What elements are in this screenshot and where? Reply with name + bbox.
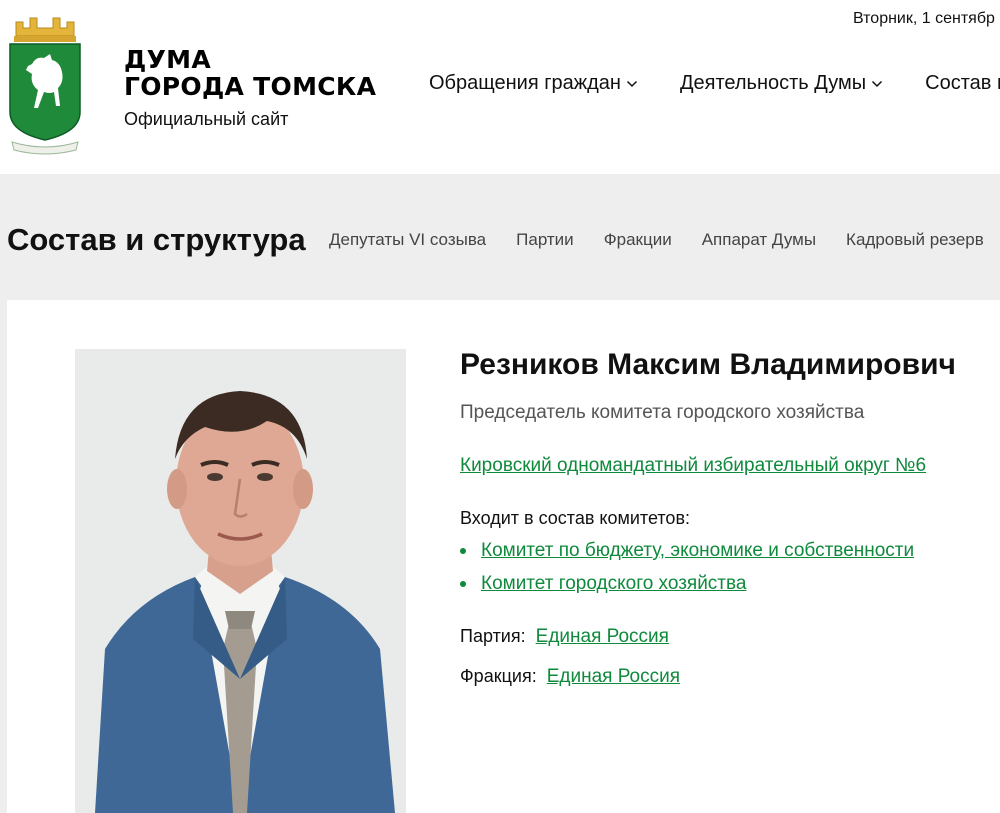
chevron-down-icon — [872, 80, 883, 87]
party-label: Партия: — [460, 626, 526, 646]
subnav-item-factions[interactable]: Фракции — [604, 230, 672, 250]
nav-item-label: Обращения граждан — [429, 72, 621, 94]
committee-link-budget[interactable]: Комитет по бюджету, экономике и собствен… — [481, 540, 914, 562]
nav-item-duma-activity[interactable]: Деятельность Думы — [680, 72, 883, 95]
tomsk-coat-of-arms-icon[interactable] — [6, 14, 84, 156]
list-item: Комитет городского хозяйства — [460, 573, 914, 595]
portrait-image — [75, 349, 406, 813]
nav-item-label: Деятельность Думы — [679, 72, 867, 94]
brand-title[interactable]: ДУМА ГОРОДА ТОМСКА — [124, 46, 376, 100]
district-link[interactable]: Кировский одномандатный избирательный ок… — [460, 455, 926, 477]
chevron-down-icon — [626, 80, 638, 87]
brand-subtitle: Официальный сайт — [124, 109, 289, 129]
nav-item-citizen-appeals[interactable]: Обращения граждан — [429, 72, 638, 95]
faction-row: Фракция: Единая Россия — [460, 666, 680, 688]
nav-item-composition[interactable]: Состав и — [925, 72, 1000, 95]
faction-label: Фракция: — [460, 666, 537, 686]
list-item: Комитет по бюджету, экономике и собствен… — [460, 540, 914, 562]
section-subnav: Депутаты VI созыва Партии Фракции Аппара… — [329, 230, 1000, 250]
party-row: Партия: Единая Россия — [460, 626, 669, 648]
section-title: Состав и структура — [7, 222, 306, 257]
deputy-photo — [75, 349, 406, 813]
subnav-item-deputies[interactable]: Депутаты VI созыва — [329, 230, 486, 250]
committee-link-city-economy[interactable]: Комитет городского хозяйства — [481, 573, 746, 595]
subnav-item-parties[interactable]: Партии — [516, 230, 574, 250]
main-nav: Обращения граждан Деятельность Думы Сост… — [429, 72, 1000, 95]
bullet-icon — [460, 548, 466, 554]
current-date: Вторник, 1 сентябр — [853, 10, 995, 27]
nav-item-label: Состав и — [925, 72, 1000, 94]
party-link[interactable]: Единая Россия — [536, 626, 669, 647]
brand-title-line1: ДУМА — [124, 45, 211, 74]
faction-link[interactable]: Единая Россия — [547, 666, 680, 687]
subnav-item-duma-staff[interactable]: Аппарат Думы — [702, 230, 816, 250]
subnav-item-personnel-reserve[interactable]: Кадровый резерв — [846, 230, 984, 250]
bullet-icon — [460, 581, 466, 587]
brand-title-line2: ГОРОДА ТОМСКА — [124, 72, 377, 101]
deputy-name: Резников Максим Владимирович — [460, 348, 956, 381]
deputy-role: Председатель комитета городского хозяйст… — [460, 402, 865, 423]
committees-list: Комитет по бюджету, экономике и собствен… — [460, 540, 914, 606]
site-header: Вторник, 1 сентябр ДУМА ГОРОДА ТОМСКА Оф… — [0, 0, 1000, 174]
committees-label: Входит в состав комитетов: — [460, 508, 691, 528]
